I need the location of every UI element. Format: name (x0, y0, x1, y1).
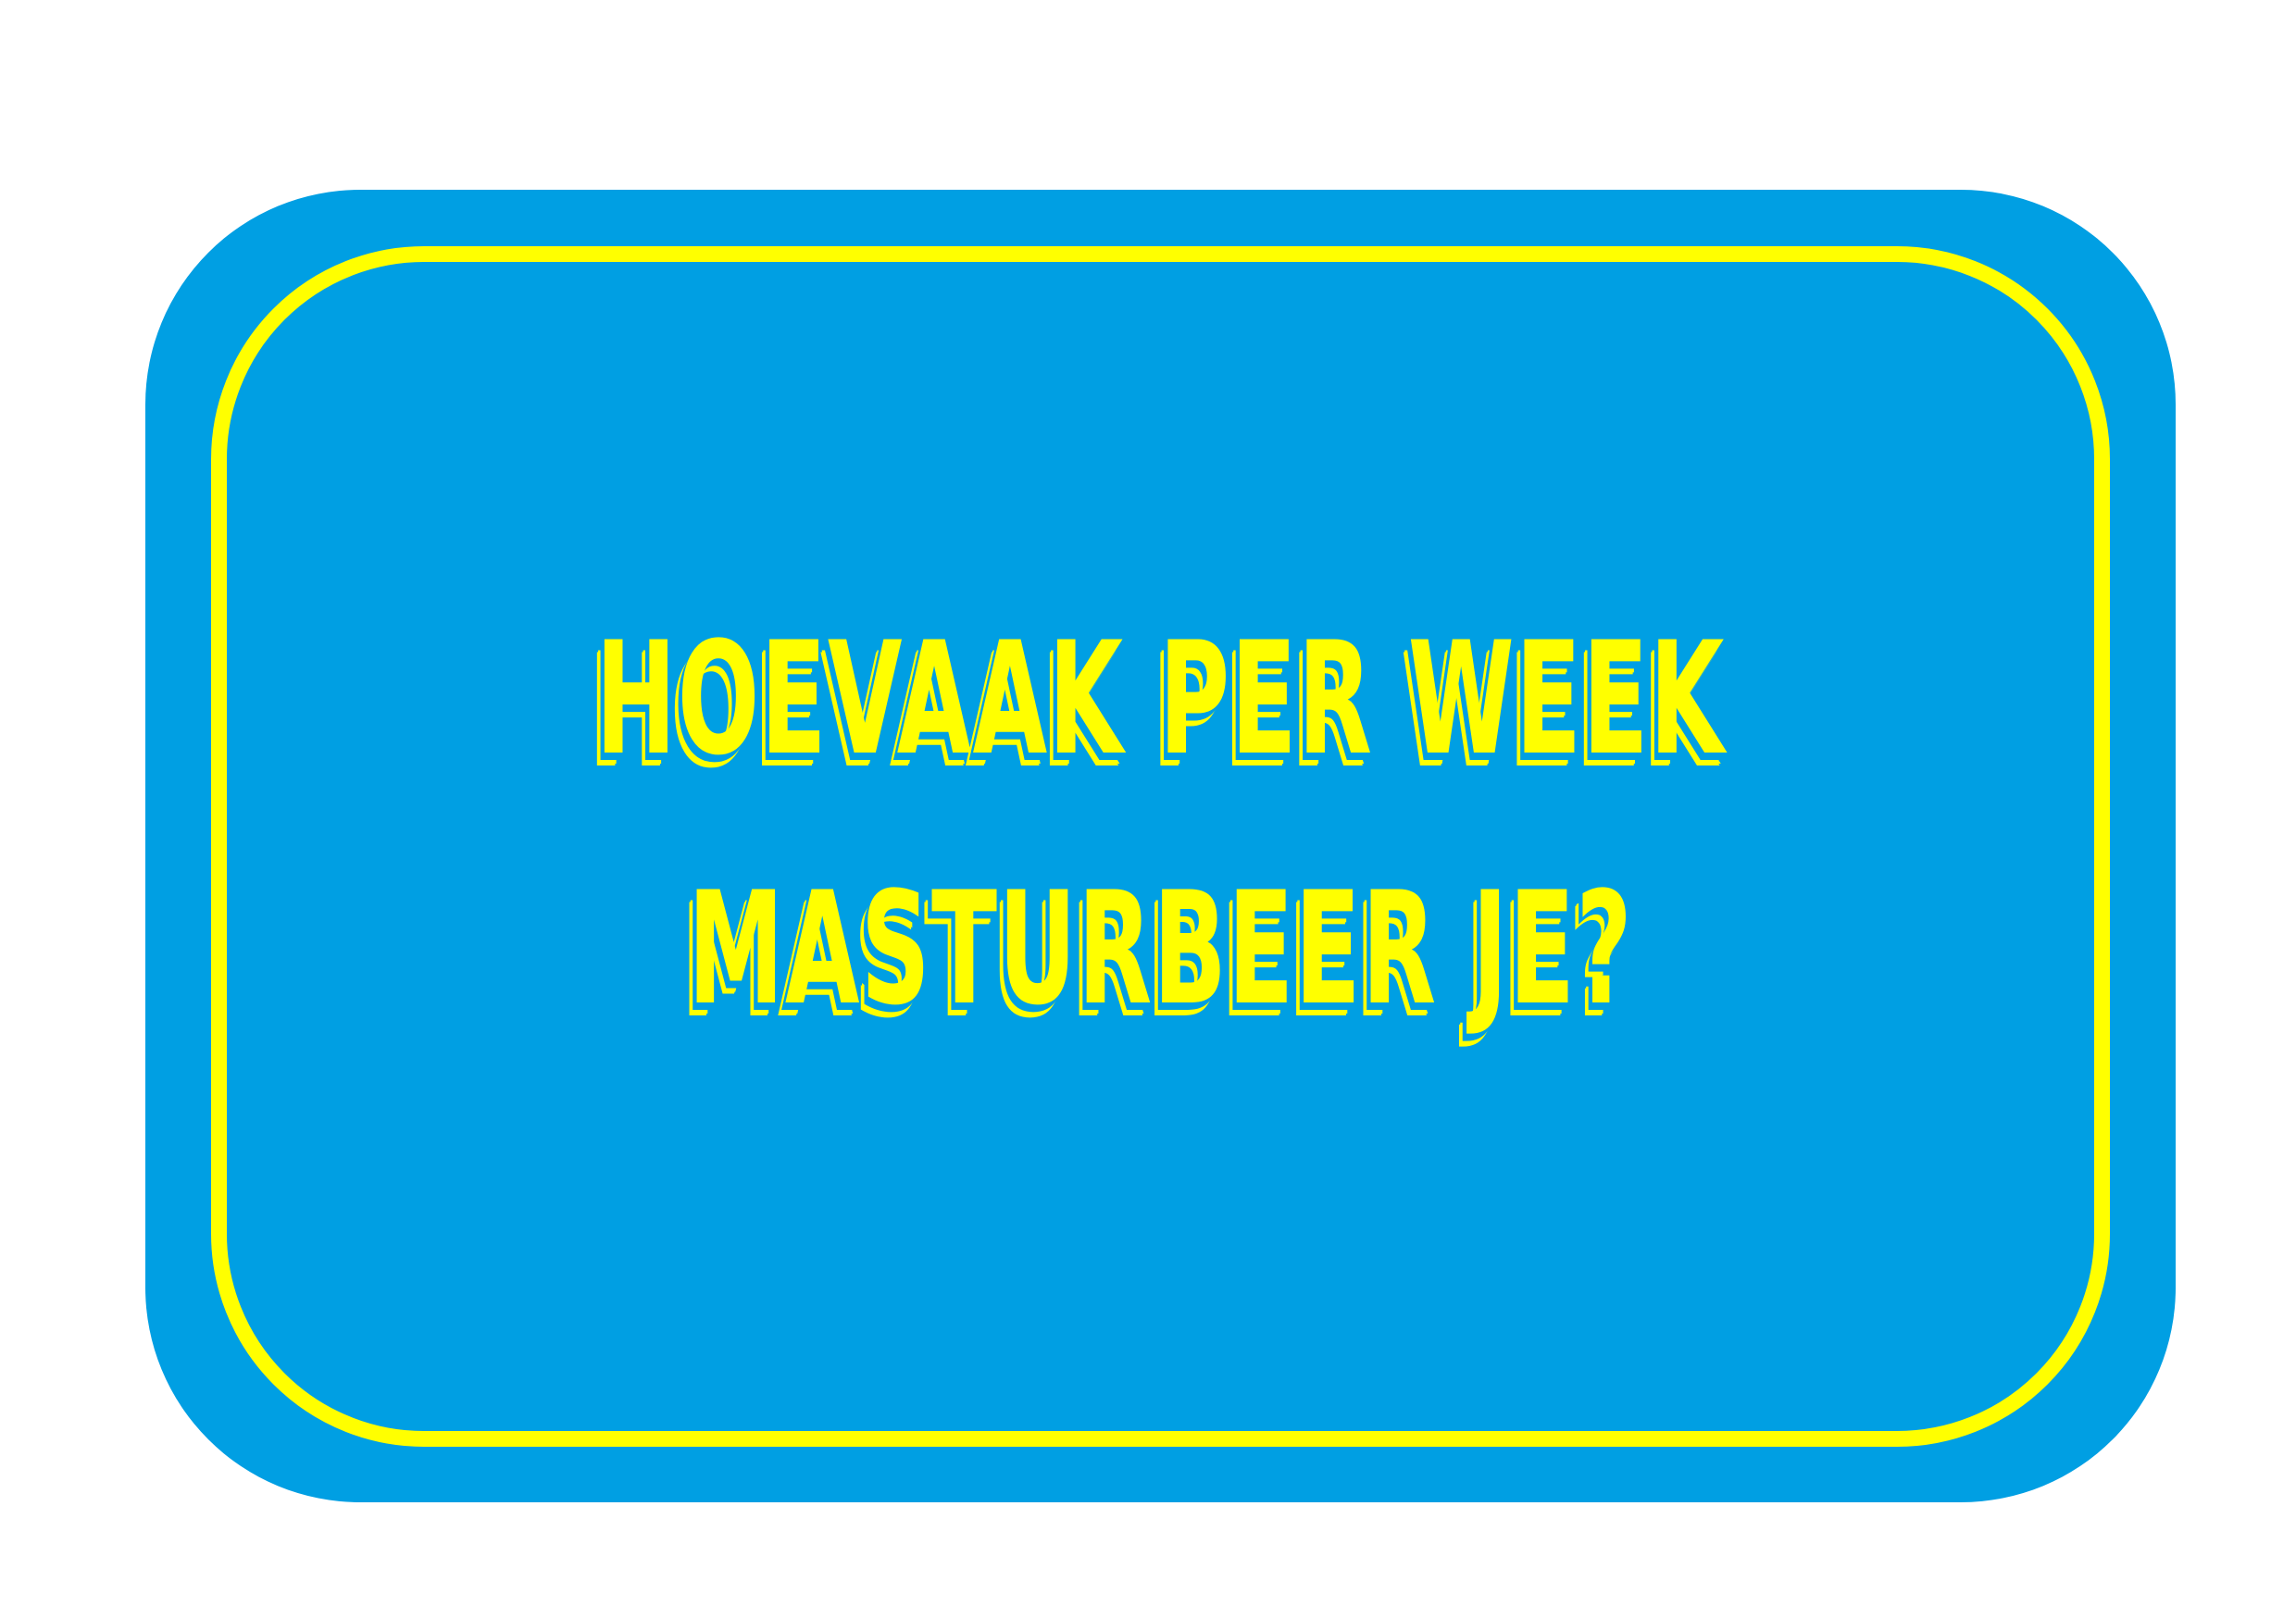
question-line-2: MASTURBEER JE? (688, 858, 1633, 1039)
question-line-1: HOEVAAK PER WEEK (595, 608, 1726, 790)
question-text: HOEVAAK PER WEEK MASTURBEER JE? (572, 574, 1750, 1074)
